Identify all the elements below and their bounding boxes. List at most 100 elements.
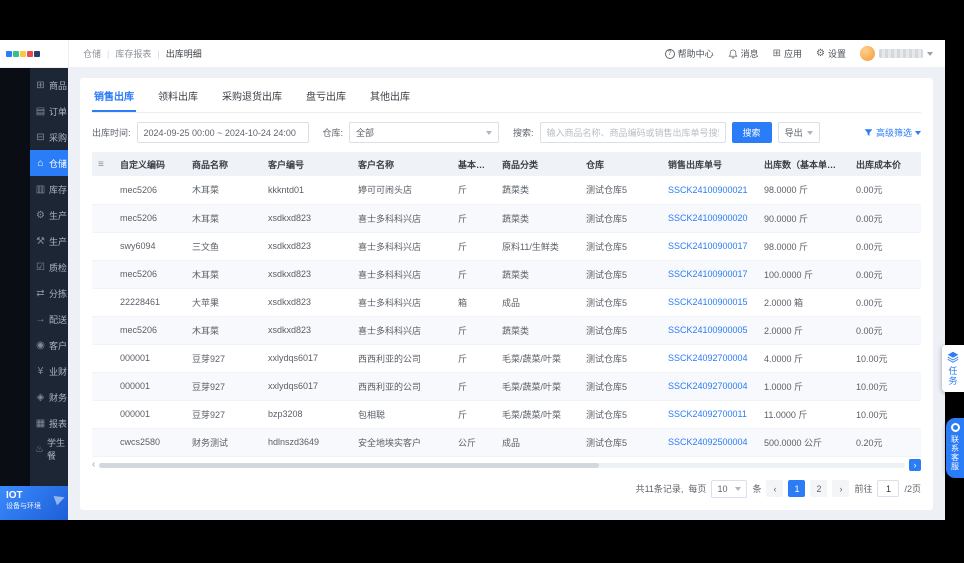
sidebar-item-student-meals[interactable]: ♨ 学生餐 xyxy=(30,436,68,462)
sidebar-item-delivery[interactable]: → 配送 xyxy=(30,306,68,332)
table-row[interactable]: 000001 豆芽927 xxlydqs6017 西西利亚的公司斤毛菜/蔬菜/叶菜 测试… xyxy=(92,372,921,401)
warehouse-select[interactable]: 全部 xyxy=(349,122,500,143)
advanced-filter-link[interactable]: 高级筛选 xyxy=(864,126,921,139)
table-row[interactable]: mec5206 木耳菜 xsdkxd823 喜士多科科兴店斤蔬菜类 测试仓库5 SSCK2… xyxy=(92,204,921,233)
iot-banner[interactable]: IOT 设备与环境 xyxy=(0,486,68,520)
outbound-order-link[interactable]: SSCK24092700004 xyxy=(662,372,758,401)
cell: 0.20元 xyxy=(850,428,921,457)
next-page-button[interactable]: › xyxy=(832,480,850,497)
table-row[interactable]: cwcs2580 财务测试 hdlnszd3649 安全地埃实客户 公斤 成品 测试仓库5 S… xyxy=(92,428,921,457)
sidebar-item-quality[interactable]: ☑ 质检 xyxy=(30,254,68,280)
table-row[interactable]: mec5206 木耳菜 xsdkxd823 喜士多科科兴店斤蔬菜类 测试仓库5 SSCK2… xyxy=(92,316,921,345)
sidebar-item-finance[interactable]: ◈ 财务 xyxy=(30,384,68,410)
table-row[interactable]: mec5206 木耳菜 xsdkxd823 喜士多科科兴店斤蔬菜类 测试仓库5 SSCK2… xyxy=(92,260,921,289)
prev-page-button[interactable]: ‹ xyxy=(766,480,784,497)
outbound-order-link[interactable]: SSCK24100900017 xyxy=(662,260,758,289)
messages-link[interactable]: 消息 xyxy=(728,47,759,60)
breadcrumb-item-2[interactable]: 库存报表 xyxy=(115,47,151,60)
scrollbar-thumb[interactable] xyxy=(99,462,599,468)
tab-1[interactable]: 销售出库 xyxy=(92,80,136,112)
table-row[interactable]: 000001 豆芽927 bzp3208 包相聪斤毛菜/蔬菜/叶菜 测试仓库5 SSCK2… xyxy=(92,400,921,429)
biz-finance-icon: ¥ xyxy=(37,365,44,377)
cell: 包相聪 xyxy=(352,400,452,429)
column-header-6[interactable]: 商品分类 xyxy=(496,152,580,176)
user-menu[interactable] xyxy=(860,46,933,61)
cell: 0.00元 xyxy=(850,288,921,317)
tab-5[interactable]: 其他出库 xyxy=(368,80,412,112)
breadcrumb-item-3[interactable]: 出库明细 xyxy=(166,47,202,60)
app-logo[interactable] xyxy=(0,50,68,57)
page-button-2[interactable]: 2 xyxy=(810,480,828,497)
sidebar-item-inventory[interactable]: ▥ 库存 xyxy=(30,176,68,202)
search-input[interactable] xyxy=(539,122,726,143)
total-pages-label: /2页 xyxy=(904,484,921,494)
goto-page-input[interactable] xyxy=(877,480,900,497)
table-row[interactable]: 22228461 大苹果 xsdkxd823 喜士多科科兴店箱成品 测试仓库5 SSCK2… xyxy=(92,288,921,317)
column-header-9[interactable]: 出库数（基本单位） xyxy=(758,152,850,176)
cell: xsdkxd823 xyxy=(262,316,352,345)
sidebar-item-products[interactable]: ⊞ 商品 xyxy=(30,72,68,98)
date-range-input[interactable]: 2024-09-25 00:00 ~ 2024-10-24 24:00 xyxy=(136,122,309,143)
sidebar-item-reports[interactable]: ▦ 报表 xyxy=(30,410,68,436)
search-button[interactable]: 搜索 xyxy=(731,122,772,143)
sidebar-item-biz-finance[interactable]: ¥ 业财 xyxy=(30,358,68,384)
cell: 0.00元 xyxy=(850,232,921,261)
cell: 公斤 xyxy=(452,428,496,457)
scrollbar-track[interactable] xyxy=(99,462,905,468)
cell: 000001 xyxy=(114,400,186,429)
task-label: 任务 xyxy=(947,366,958,386)
search-label: 搜索: xyxy=(513,128,534,138)
row-handle-cell xyxy=(92,428,114,457)
outbound-order-link[interactable]: SSCK24100900020 xyxy=(662,204,758,233)
sidebar-item-production-2[interactable]: ⚒ 生产 xyxy=(30,228,68,254)
sidebar-item-purchase[interactable]: ⊟ 采购 xyxy=(30,124,68,150)
per-page-label: 每页 xyxy=(688,484,707,494)
scroll-left-icon[interactable]: ‹ xyxy=(92,460,95,470)
outbound-order-link[interactable]: SSCK24092500004 xyxy=(662,428,758,457)
export-button[interactable]: 导出 xyxy=(777,122,820,143)
sidebar-item-customers[interactable]: ◉ 客户 xyxy=(30,332,68,358)
apps-link[interactable]: ⊞ 应用 xyxy=(773,47,802,60)
tab-2[interactable]: 领料出库 xyxy=(156,80,200,112)
cell: 毛菜/蔬菜/叶菜 xyxy=(496,344,580,373)
outbound-order-link[interactable]: SSCK24100900021 xyxy=(662,176,758,205)
page-button-1[interactable]: 1 xyxy=(788,480,806,497)
cell: 斤 xyxy=(452,316,496,345)
outbound-order-link[interactable]: SSCK24092700004 xyxy=(662,344,758,373)
column-header-3[interactable]: 客户编号 xyxy=(262,152,352,176)
outbound-order-link[interactable]: SSCK24100900015 xyxy=(662,288,758,317)
sidebar-item-production[interactable]: ⚙ 生产 xyxy=(30,202,68,228)
warehouse-selected-value: 全部 xyxy=(356,128,375,138)
column-header-5[interactable]: 基本单位 xyxy=(452,152,496,176)
horizontal-scrollbar[interactable]: ‹ › xyxy=(92,459,921,472)
chevron-down-icon xyxy=(735,486,742,491)
sidebar-item-sorting[interactable]: ⇄ 分拣 xyxy=(30,280,68,306)
column-header-2[interactable]: 商品名称 xyxy=(186,152,262,176)
table-row[interactable]: mec5206 木耳菜 kkkntd01 婷可可闹头店斤蔬菜类 测试仓库5 SSCK241… xyxy=(92,176,921,205)
contact-support-button[interactable]: 联系客服 xyxy=(946,418,964,478)
column-header-10[interactable]: 出库成本价 xyxy=(850,152,921,176)
sidebar-item-orders[interactable]: ▤ 订单 xyxy=(30,98,68,124)
scroll-right-button[interactable]: › xyxy=(909,459,921,471)
sidebar-item-warehouse[interactable]: ⌂ 仓储 › xyxy=(30,150,68,176)
column-header-8[interactable]: 销售出库单号 xyxy=(662,152,758,176)
table-row[interactable]: swy6094 三文鱼 xsdkxd823 喜士多科科兴店斤原料11/生鲜类 测试仓库5… xyxy=(92,232,921,261)
outbound-order-link[interactable]: SSCK24092700011 xyxy=(662,400,758,429)
column-header-4[interactable]: 客户名称 xyxy=(352,152,452,176)
outbound-order-link[interactable]: SSCK24100900017 xyxy=(662,232,758,261)
cell: 毛菜/蔬菜/叶菜 xyxy=(496,400,580,429)
outbound-order-link[interactable]: SSCK24100900005 xyxy=(662,316,758,345)
help-center-link[interactable]: ? 帮助中心 xyxy=(664,47,714,60)
breadcrumb-item-1[interactable]: 仓储 xyxy=(83,47,101,60)
per-page-select[interactable]: 10 xyxy=(711,479,748,498)
task-panel-button[interactable]: 任务 xyxy=(942,345,964,392)
settings-link[interactable]: ⚙ 设置 xyxy=(816,47,846,60)
column-header-1[interactable]: 自定义编码 xyxy=(114,152,186,176)
customers-icon: ◉ xyxy=(36,339,45,351)
table-row[interactable]: 000001 豆芽927 xxlydqs6017 西西利亚的公司斤毛菜/蔬菜/叶菜 测试… xyxy=(92,344,921,373)
tab-4[interactable]: 盘亏出库 xyxy=(304,80,348,112)
cell: bzp3208 xyxy=(262,400,352,429)
column-settings-icon[interactable]: ≡ xyxy=(92,152,114,176)
column-header-7[interactable]: 仓库 xyxy=(580,152,662,176)
tab-3[interactable]: 采购退货出库 xyxy=(220,80,284,112)
